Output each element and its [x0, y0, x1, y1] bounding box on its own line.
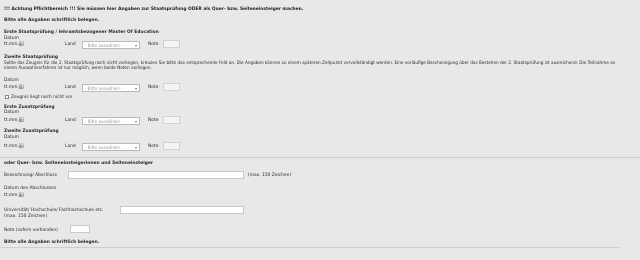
second-extra-title: Zweite Zusatzprüfung [4, 129, 59, 134]
second-extra-note-label: Note [148, 144, 159, 149]
second-exam-land-value: - Bitte auswählen - [85, 86, 123, 91]
second-extra-land-value: - Bitte auswählen - [85, 145, 123, 150]
second-exam-date-input[interactable] [4, 84, 56, 92]
first-exam-date-placeholder: tt.mm.jjjj [4, 42, 24, 47]
second-exam-date-label: Datum [4, 78, 19, 83]
mandatory-warning: !!! Achtung Pflichtbereich !!! Sie müsse… [4, 7, 304, 12]
first-extra-note-label: Note [148, 118, 159, 123]
certificate-pending-label: Zeugnis liegt noch nicht vor [11, 94, 73, 100]
first-exam-title: Erste Staatsprüfung / lehramtsbezogener … [4, 30, 159, 35]
university-input[interactable] [120, 206, 244, 214]
university-label: Universität/ Hochschule/ Fachhochschule … [4, 208, 104, 213]
state-exam-panel: !!! Achtung Pflichtbereich !!! Sie müsse… [0, 0, 640, 158]
second-exam-note-label: Note [148, 85, 159, 90]
first-exam-note-input[interactable] [163, 40, 180, 48]
second-exam-land-select[interactable]: - Bitte auswählen - ▾ [82, 84, 140, 92]
first-extra-land-select[interactable]: - Bitte auswählen - ▾ [82, 117, 140, 125]
lateral-entry-title: oder Quer- bzw. Seiteneinsteigerinnen un… [4, 161, 154, 166]
degree-hint: (max. 150 Zeichen) [248, 173, 292, 178]
second-extra-land-label: Land [65, 144, 76, 149]
degree-label: Bezeichnung/ Abschluss [4, 173, 57, 178]
chevron-down-icon: ▾ [134, 43, 137, 48]
first-extra-date-input[interactable] [4, 117, 56, 125]
second-exam-note-input[interactable] [163, 83, 180, 91]
degree-date-label: Datum des Abschlusses [4, 186, 57, 191]
first-extra-land-label: Land [65, 118, 76, 123]
lateral-entry-instruction: Bitte alle Angaben schriftlich belegen. [4, 240, 100, 245]
first-extra-note-input[interactable] [163, 116, 180, 124]
chevron-down-icon: ▾ [134, 145, 137, 150]
degree-date-input[interactable] [4, 192, 56, 200]
first-exam-note-label: Note [148, 42, 159, 47]
document-instruction: Bitte alle Angaben schriftlich belegen. [4, 18, 100, 23]
second-exam-description: Sollte das Zeugnis für die 2. Staatsprüf… [4, 60, 616, 71]
first-exam-land-select[interactable]: - Bitte auswählen - ▾ [82, 41, 140, 49]
certificate-pending-checkbox[interactable] [5, 95, 9, 99]
degree-input[interactable] [68, 171, 244, 179]
grade-label: Note (sofern vorhanden) [4, 228, 58, 233]
application-form: !!! Achtung Pflichtbereich !!! Sie müsse… [0, 0, 640, 260]
second-extra-land-select[interactable]: - Bitte auswählen - ▾ [82, 143, 140, 151]
second-exam-land-label: Land [65, 85, 76, 90]
second-extra-note-input[interactable] [163, 142, 180, 150]
second-extra-date-label: Datum [4, 135, 19, 140]
second-extra-date-input[interactable] [4, 143, 56, 151]
grade-input[interactable] [70, 225, 90, 233]
university-hint: (max. 150 Zeichen) [4, 214, 48, 219]
chevron-down-icon: ▾ [134, 86, 137, 91]
bottom-divider [0, 247, 620, 248]
first-exam-land-label: Land [65, 42, 76, 47]
lateral-entry-panel: oder Quer- bzw. Seiteneinsteigerinnen un… [0, 158, 640, 260]
first-extra-land-value: - Bitte auswählen - [85, 119, 123, 124]
first-exam-land-value: - Bitte auswählen - [85, 43, 123, 48]
chevron-down-icon: ▾ [134, 119, 137, 124]
first-extra-date-label: Datum [4, 110, 19, 115]
